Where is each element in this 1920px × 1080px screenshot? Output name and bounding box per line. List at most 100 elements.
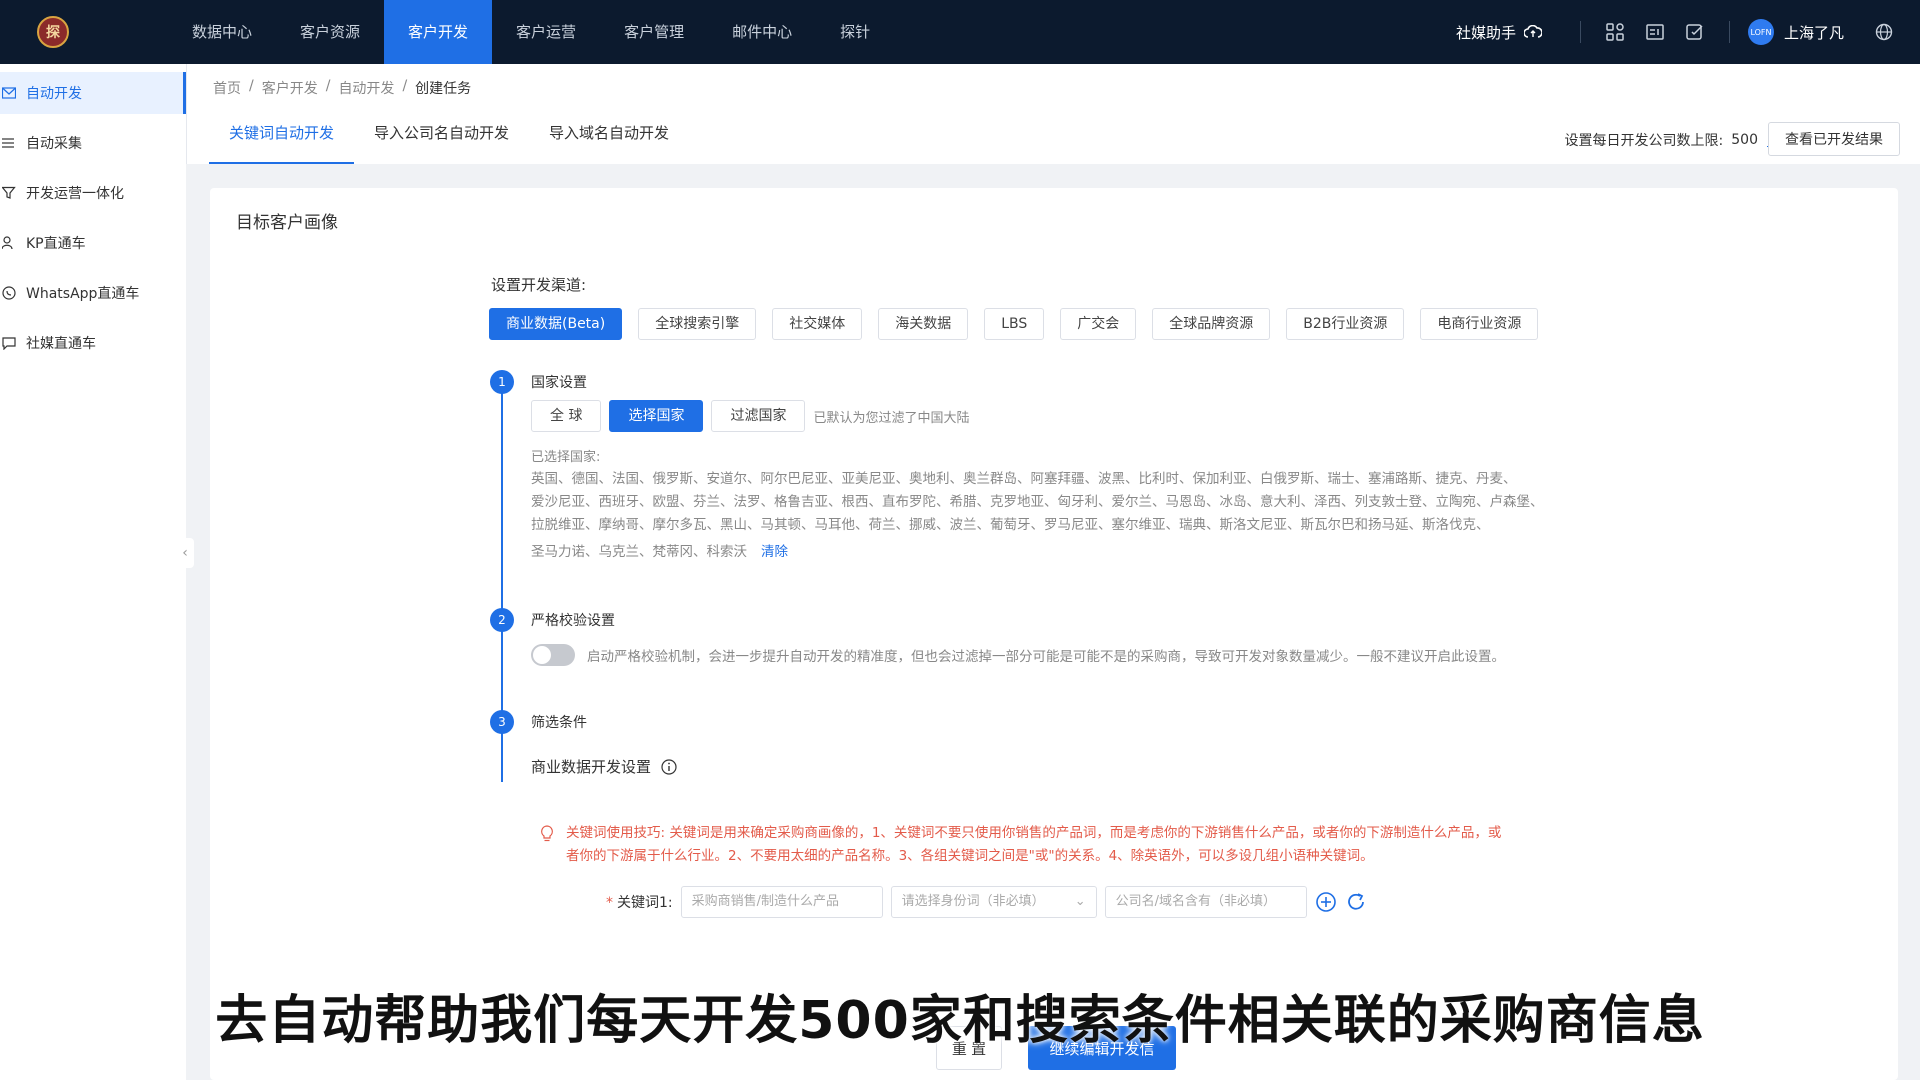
step-2-title: 严格校验设置 [531, 613, 615, 629]
page-header: 首页 / 客户开发 / 自动开发 / 创建任务 关键词自动开发 导入公司名自动开… [186, 64, 1920, 164]
channel-social-media[interactable]: 社交媒体 [772, 308, 863, 340]
breadcrumb-separator: / [402, 78, 408, 94]
divider [1728, 21, 1730, 43]
sidebar-item-social-express[interactable]: 社媒直通车 [0, 322, 186, 364]
tip-line: 关键词使用技巧: 关键词是用来确定采购商画像的，1、关键词不要只使用你销售的产品… [566, 825, 1502, 841]
sidebar-item-whatsapp-express[interactable]: WhatsApp直通车 [0, 272, 186, 314]
social-helper-button[interactable]: 社媒助手 [1456, 22, 1566, 43]
nav-item-mail-center[interactable]: 邮件中心 [708, 0, 816, 64]
breadcrumb-separator: / [249, 78, 254, 94]
keyword-company-input[interactable]: 公司名/域名含有（非必填） [1104, 886, 1307, 918]
globe-icon[interactable] [1864, 12, 1904, 52]
chat-icon [2, 337, 16, 350]
countries-line: 拉脱维亚、摩纳哥、摩尔多瓦、黑山、马其顿、马耳他、荷兰、挪威、波兰、葡萄牙、罗马… [531, 517, 1490, 533]
countries-line: 英国、德国、法国、俄罗斯、安道尔、阿尔巴尼亚、亚美尼亚、奥地利、奥兰群岛、阿塞拜… [531, 471, 1517, 487]
keyword-label-text: 关键词1: [617, 895, 673, 911]
global-button[interactable]: 全 球 [531, 400, 602, 432]
chevron-left-icon: ‹ [182, 545, 188, 561]
keyword-row: * 关键词1: 采购商销售/制造什么产品 请选择身份词（非必填） ⌄ 公司名/域名… [606, 886, 1367, 918]
channel-business-data[interactable]: 商业数据(Beta) [489, 308, 623, 340]
sidebar-item-auto-development[interactable]: 自动开发 [0, 72, 186, 114]
step-3-title: 筛选条件 [531, 715, 587, 731]
channel-canton-fair[interactable]: 广交会 [1060, 308, 1137, 340]
channel-ecommerce-industry[interactable]: 电商行业资源 [1420, 308, 1539, 340]
nav-item-customer-development[interactable]: 客户开发 [384, 0, 493, 64]
keyword-tips: 关键词使用技巧: 关键词是用来确定采购商画像的，1、关键词不要只使用你销售的产品… [540, 822, 1560, 868]
tab-import-domain-dev[interactable]: 导入域名自动开发 [529, 118, 689, 164]
nav-item-customer-resources[interactable]: 客户资源 [276, 0, 384, 64]
strict-check-description: 启动严格校验机制，会进一步提升自动开发的精准度，但也会过滤掉一部分可能是可能不是… [587, 649, 1505, 665]
daily-limit-label: 设置每日开发公司数上限: [1564, 133, 1724, 149]
channel-lbs[interactable]: LBS [984, 308, 1045, 340]
divider [1579, 21, 1581, 43]
keyword-role-select[interactable]: 请选择身份词（非必填） ⌄ [890, 886, 1097, 918]
breadcrumb-current: 创建任务 [415, 81, 472, 97]
selected-countries-list: 英国、德国、法国、俄罗斯、安道尔、阿尔巴尼亚、亚美尼亚、奥地利、奥兰群岛、阿塞拜… [531, 468, 1631, 537]
breadcrumb-auto-dev[interactable]: 自动开发 [338, 78, 394, 98]
refresh-icon[interactable] [1345, 891, 1367, 913]
step-1-badge: 1 [490, 370, 514, 394]
user-menu[interactable]: LOFN 上海了凡 [1744, 19, 1864, 45]
nav-item-customer-operations[interactable]: 客户运营 [492, 0, 600, 64]
info-icon[interactable] [661, 758, 677, 775]
step-3-badge: 3 [490, 710, 514, 734]
business-data-settings: 商业数据开发设置 [531, 756, 677, 777]
sidebar-item-dev-ops[interactable]: 开发运营一体化 [0, 172, 186, 214]
country-mode-buttons: 全 球 选择国家 过滤国家 已默认为您过滤了中国大陆 [531, 400, 969, 432]
edit-task-icon[interactable] [1675, 12, 1715, 52]
select-country-button[interactable]: 选择国家 [609, 400, 704, 432]
channel-global-search[interactable]: 全球搜索引擎 [638, 308, 757, 340]
nav-item-data-center[interactable]: 数据中心 [168, 0, 276, 64]
breadcrumb-customer-dev[interactable]: 客户开发 [262, 78, 318, 98]
strict-check-toggle[interactable] [531, 644, 575, 666]
strict-check-row: 启动严格校验机制，会进一步提升自动开发的精准度，但也会过滤掉一部分可能是可能不是… [531, 644, 1505, 666]
tab-import-company-dev[interactable]: 导入公司名自动开发 [354, 118, 529, 164]
contact-card-icon[interactable] [1635, 12, 1675, 52]
channel-customs-data[interactable]: 海关数据 [878, 308, 969, 340]
person-search-icon [2, 236, 13, 250]
main-nav: 数据中心 客户资源 客户开发 客户运营 客户管理 邮件中心 探针 [168, 0, 894, 64]
chevron-down-icon: ⌄ [1074, 894, 1086, 909]
logo-mark: 探 [37, 16, 69, 48]
business-data-label: 商业数据开发设置 [531, 758, 652, 776]
card-title: 目标客户画像 [236, 213, 338, 233]
daily-limit: 设置每日开发公司数上限: 500 [1565, 130, 1780, 150]
keyword-product-input[interactable]: 采购商销售/制造什么产品 [680, 886, 883, 918]
dev-mode-tabs: 关键词自动开发 导入公司名自动开发 导入域名自动开发 [209, 118, 689, 164]
sidebar-item-label: 自动开发 [26, 86, 82, 102]
view-results-button[interactable]: 查看已开发结果 [1768, 122, 1900, 156]
role-select-placeholder: 请选择身份词（非必填） [901, 894, 1045, 909]
top-navbar: 探 数据中心 客户资源 客户开发 客户运营 客户管理 邮件中心 探针 社媒助手 … [0, 0, 1920, 64]
channel-global-brands[interactable]: 全球品牌资源 [1152, 308, 1271, 340]
sidebar-item-kp-express[interactable]: KP直通车 [0, 222, 186, 264]
countries-line: 圣马力诺、乌克兰、梵蒂冈、科索沃 [531, 544, 747, 560]
app-logo[interactable]: 探 [28, 7, 78, 57]
sidebar-item-label: 社媒直通车 [26, 336, 96, 352]
sidebar-item-label: 自动采集 [26, 136, 82, 152]
nav-item-customer-management[interactable]: 客户管理 [600, 0, 708, 64]
filter-country-button[interactable]: 过滤国家 [711, 400, 806, 432]
sidebar-item-label: KP直通车 [26, 236, 86, 252]
step-2-badge: 2 [490, 608, 514, 632]
sidebar-item-label: 开发运营一体化 [26, 186, 124, 202]
avatar: LOFN [1747, 19, 1774, 45]
filter-note: 已默认为您过滤了中国大陆 [813, 410, 970, 426]
video-subtitle: 去自动帮助我们每天开发500家和搜索条件相关联的采购商信息 [215, 991, 1705, 1051]
apps-grid-icon[interactable] [1595, 12, 1635, 52]
nav-item-probe[interactable]: 探针 [816, 0, 894, 64]
add-circle-icon[interactable] [1315, 891, 1337, 913]
channel-b2b-industry[interactable]: B2B行业资源 [1286, 308, 1405, 340]
whatsapp-icon [2, 286, 16, 300]
sidebar-item-auto-collect[interactable]: 自动采集 [0, 122, 186, 164]
clear-countries-link[interactable]: 清除 [761, 540, 788, 560]
channel-label: 设置开发渠道: [491, 276, 587, 294]
step-1-title: 国家设置 [531, 375, 587, 391]
lightbulb-icon [541, 825, 553, 842]
sidebar-collapse-toggle[interactable]: ‹ [176, 538, 194, 568]
tab-keyword-dev[interactable]: 关键词自动开发 [209, 118, 355, 164]
channel-selector: 商业数据(Beta) 全球搜索引擎 社交媒体 海关数据 LBS 广交会 全球品牌… [489, 308, 1539, 340]
target-profile-card: 目标客户画像 设置开发渠道: 商业数据(Beta) 全球搜索引擎 社交媒体 海关… [210, 188, 1898, 1080]
breadcrumb-home[interactable]: 首页 [213, 78, 241, 98]
funnel-icon [2, 186, 16, 199]
daily-limit-value: 500 [1731, 132, 1758, 148]
